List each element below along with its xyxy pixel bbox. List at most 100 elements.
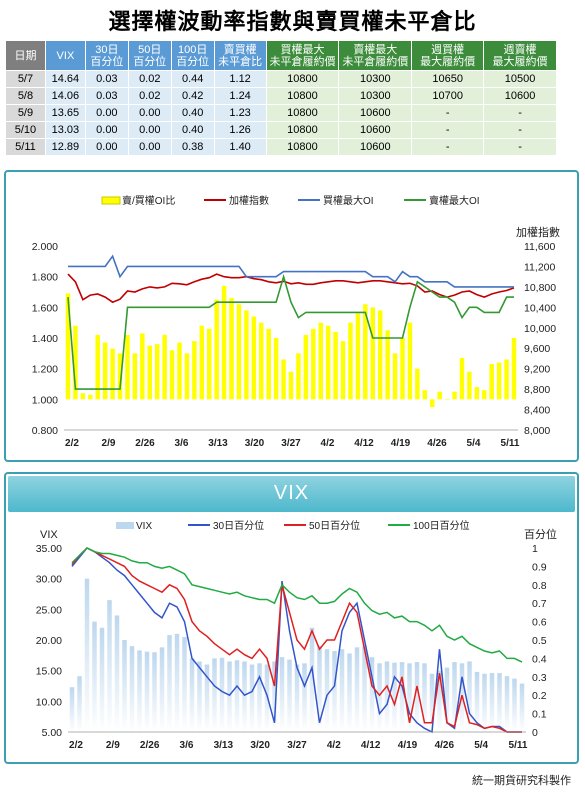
y-axis-label-right: 加權指數 [516, 225, 560, 239]
table-cell: 0.00 [84, 121, 129, 139]
legend-label: 100日百分位 [413, 519, 470, 532]
table-cell: 5/11 [5, 138, 46, 156]
y-tick-left: 10.00 [36, 696, 62, 708]
bar [137, 650, 142, 732]
bar [107, 600, 112, 732]
bar [192, 341, 197, 400]
bar [80, 393, 86, 400]
bar [467, 371, 472, 400]
y-tick-right: 10,000 [524, 323, 556, 335]
x-tick-label: 5/11 [509, 740, 528, 751]
vix-panel: VIX VIX 30日百分位 50日百分位 100日百分位 VIX 百分位 35.00 30.… [4, 472, 579, 764]
legend-label: 50日百分位 [309, 519, 360, 532]
bar [84, 578, 90, 732]
bar [257, 663, 262, 732]
table-cell: 1.26 [213, 121, 267, 139]
y-tick-right: 8,800 [524, 384, 550, 396]
table-cell: 10600 [483, 87, 557, 105]
bar [266, 328, 271, 400]
y-tick-left: 1.800 [32, 272, 58, 284]
y-tick-left: 1.400 [32, 333, 58, 345]
table-cell: 0.40 [170, 121, 215, 139]
table-row: 5/8 14.06 0.03 0.02 0.42 1.24 10800 10300 10700 1… [5, 87, 557, 105]
table-cell: 10800 [265, 121, 340, 139]
bar [102, 342, 108, 400]
table-cell: 14.64 [44, 70, 86, 88]
y-tick-right: 11,200 [524, 261, 555, 273]
table-cell: 5/7 [5, 70, 46, 88]
y-tick-right: 8,000 [524, 425, 550, 437]
y-tick-right: 0.4 [532, 653, 547, 665]
bar [355, 313, 361, 400]
bar [227, 661, 232, 732]
bar [354, 647, 360, 732]
bar [174, 633, 180, 732]
y-tick-right: 9,600 [524, 343, 550, 355]
x-tick-label: 2/26 [140, 740, 160, 751]
bar [377, 663, 382, 732]
bar [452, 391, 457, 400]
y-tick-left: 25.00 [36, 604, 62, 616]
header-call-max-strike: 買權最大 未平倉履約價 [265, 40, 340, 71]
x-tick-label: 5/11 [501, 438, 520, 449]
table-cell: - [411, 104, 485, 122]
bar [251, 316, 257, 400]
y-tick-right: 0.2 [532, 690, 547, 702]
table-cell: 0.00 [127, 138, 172, 156]
bar [169, 350, 175, 400]
bar [287, 659, 292, 732]
vix-chart: VIX 30日百分位 50日百分位 100日百分位 VIX 百分位 35.00 30.00 25… [36, 519, 557, 751]
bar [122, 640, 127, 732]
bar [273, 338, 279, 400]
table-row: 5/7 14.64 0.03 0.02 0.44 1.12 10800 10300 10650 1… [5, 70, 557, 88]
header-weekly-put: 週賣權 最大履約價 [483, 40, 557, 71]
bar [489, 364, 494, 400]
x-tick-label: 3/27 [281, 438, 301, 449]
bar [294, 664, 300, 732]
x-tick-label: 2/2 [69, 740, 83, 751]
bar [370, 307, 375, 400]
y-tick-left: 20.00 [36, 635, 62, 647]
bar [444, 399, 450, 400]
bar [281, 359, 286, 400]
header-100d: 100日 百分位 [170, 40, 215, 71]
table-cell: 10500 [483, 70, 557, 88]
bar [504, 359, 509, 400]
table-cell: 0.00 [127, 121, 172, 139]
x-tick-label: 2/9 [106, 740, 120, 751]
bar [385, 330, 390, 400]
bar [422, 390, 428, 400]
table-cell: 0.00 [127, 104, 172, 122]
table-cell: 0.40 [170, 104, 215, 122]
footer-credit: 統一期貨研究科製作 [472, 775, 571, 787]
bar [184, 353, 190, 400]
bar [474, 387, 480, 400]
x-tick-label: 3/6 [180, 740, 194, 751]
bar [129, 646, 135, 732]
bar [437, 391, 442, 400]
x-tick-label: 4/2 [327, 740, 341, 751]
bar [189, 658, 195, 732]
bar [482, 390, 487, 400]
bar [114, 615, 120, 732]
y-tick-left: 35.00 [36, 543, 62, 555]
bar [167, 635, 172, 732]
table-cell: 14.06 [44, 87, 86, 105]
header-pc-ratio: 賣買權 未平倉比 [213, 40, 267, 71]
table-cell: 0.03 [84, 87, 129, 105]
legend-label: 30日百分位 [213, 519, 264, 532]
bar [69, 687, 75, 732]
bar [177, 342, 182, 400]
y-tick-left: 5.00 [42, 727, 63, 739]
bar [197, 661, 202, 732]
y-axis-label-right: 百分位 [524, 527, 557, 541]
legend-swatch [101, 196, 121, 205]
bar [144, 651, 150, 732]
bar [496, 362, 502, 400]
table-cell: 13.03 [44, 121, 86, 139]
table-row: 5/10 13.03 0.00 0.00 0.40 1.26 10800 10600- - [5, 121, 557, 139]
series-line [71, 547, 523, 663]
bar [407, 322, 413, 400]
x-tick-label: 3/13 [214, 740, 234, 751]
x-tick-label: 3/13 [208, 438, 228, 449]
